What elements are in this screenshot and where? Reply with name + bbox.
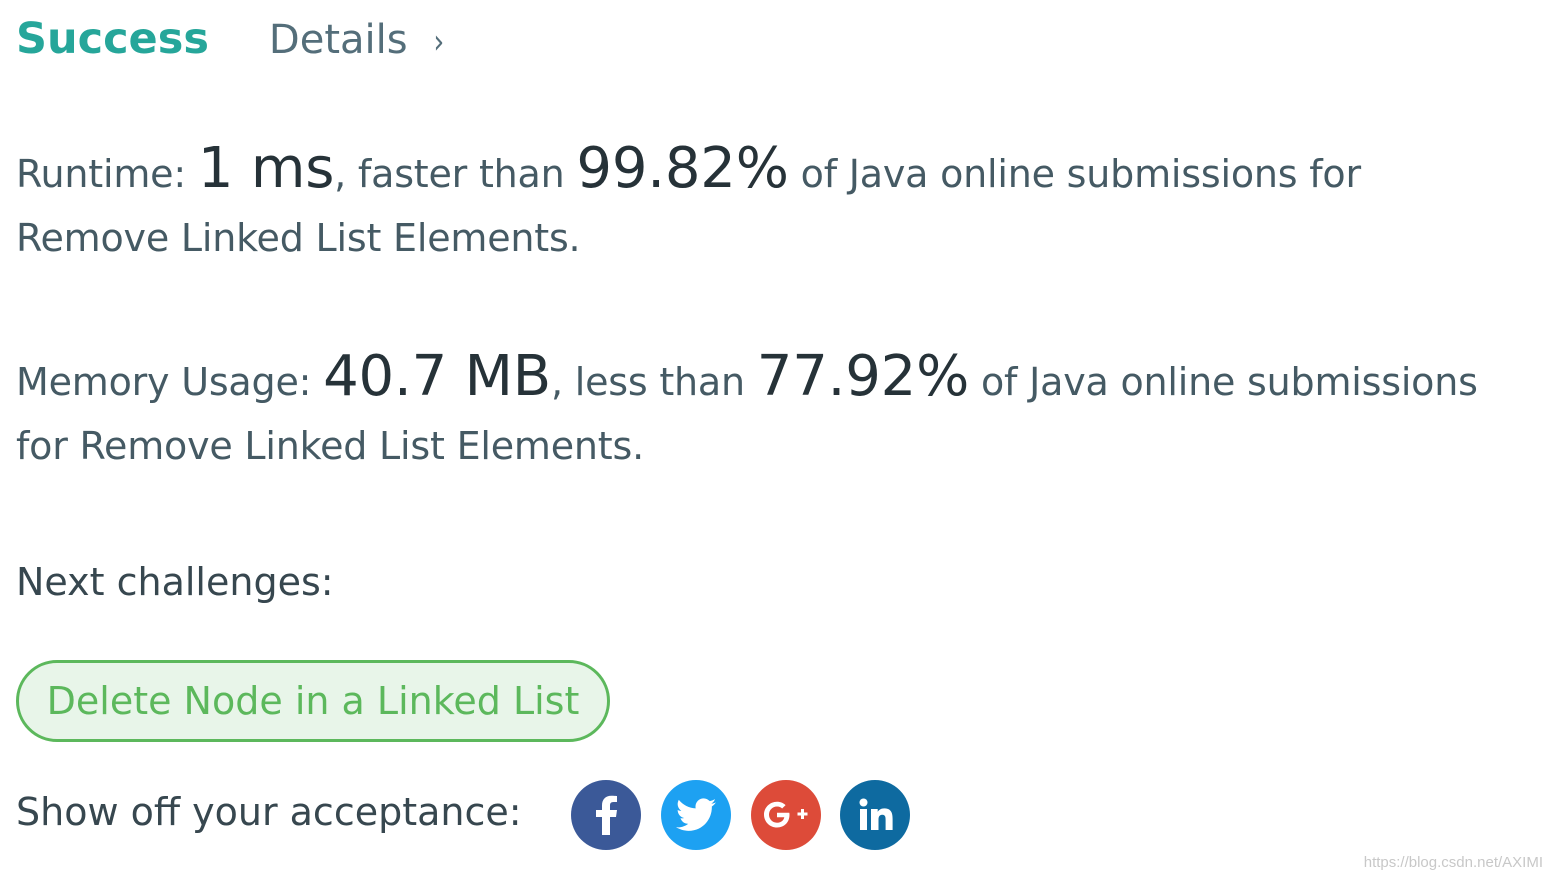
runtime-label: Runtime: <box>16 152 186 196</box>
next-challenges-label: Next challenges: <box>16 560 334 604</box>
result-header: Success Details › <box>16 14 445 64</box>
facebook-icon[interactable] <box>571 780 641 850</box>
details-link[interactable]: Details › <box>269 17 445 63</box>
twitter-icon[interactable] <box>661 780 731 850</box>
share-label: Show off your acceptance: <box>16 790 522 834</box>
memory-percent: 77.92% <box>756 344 970 409</box>
linkedin-icon[interactable] <box>840 780 910 850</box>
submission-result-page: Success Details › Runtime: 1 ms, faster … <box>0 0 1551 879</box>
runtime-value: 1 ms <box>197 136 335 201</box>
memory-comparison: , less than <box>550 360 745 404</box>
chevron-right-icon: › <box>432 22 444 62</box>
watermark: https://blog.csdn.net/AXIMI <box>1363 854 1543 871</box>
runtime-stat: Runtime: 1 ms, faster than 99.82% of Jav… <box>16 137 1516 270</box>
runtime-comparison: , faster than <box>334 152 565 196</box>
runtime-percent: 99.82% <box>576 136 789 201</box>
google-plus-icon[interactable] <box>751 780 821 850</box>
memory-value: 40.7 MB <box>323 344 551 409</box>
memory-label: Memory Usage: <box>16 360 312 404</box>
challenge-button[interactable]: Delete Node in a Linked List <box>16 660 610 742</box>
details-label: Details <box>268 17 408 63</box>
memory-stat: Memory Usage: 40.7 MB, less than 77.92% … <box>16 345 1516 478</box>
status-label: Success <box>16 14 209 64</box>
